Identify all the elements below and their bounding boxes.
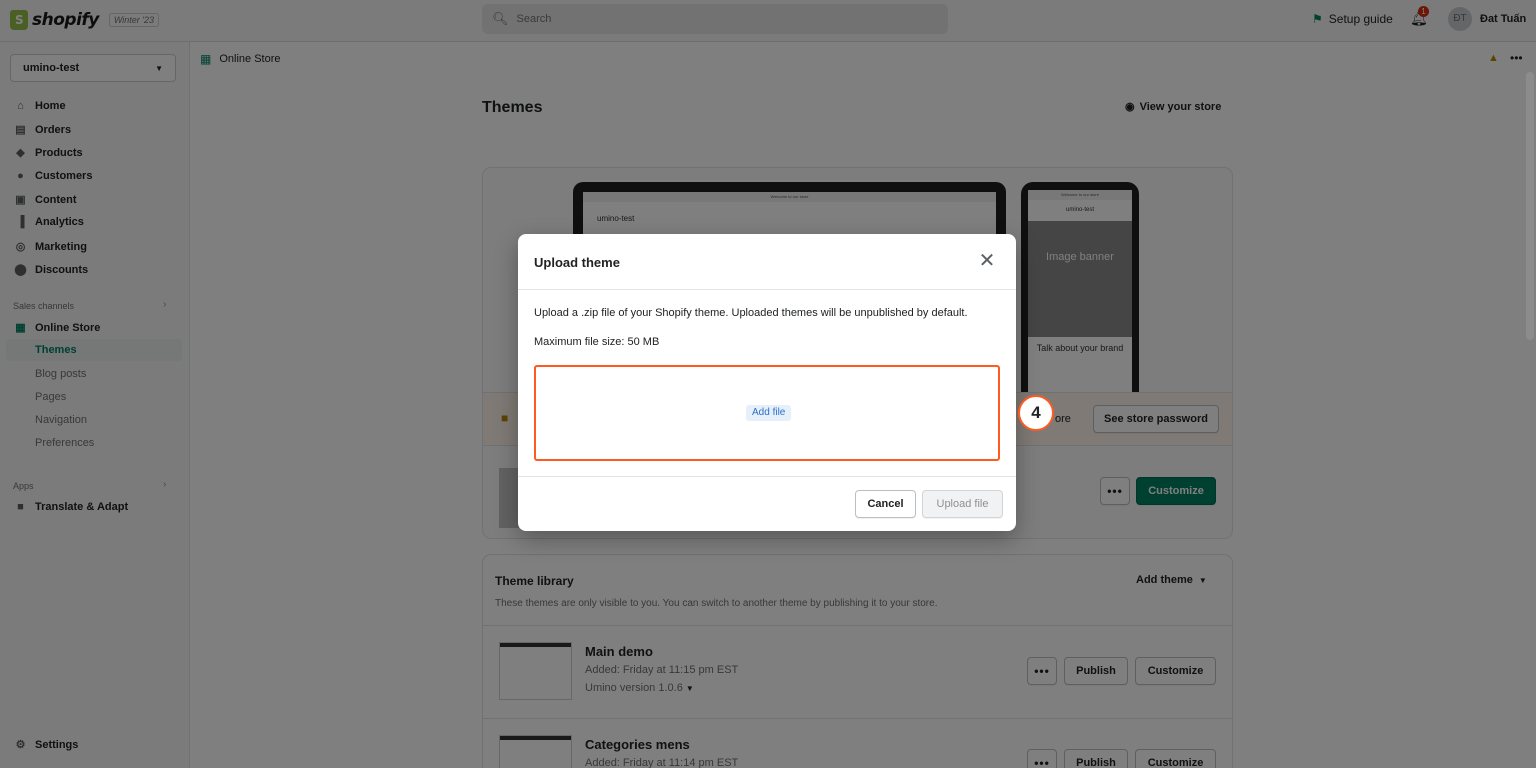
modal-title: Upload theme <box>534 255 620 270</box>
upload-file-button[interactable]: Upload file <box>922 490 1003 518</box>
add-file-button[interactable]: Add file <box>746 405 792 421</box>
close-icon[interactable]: ✕ <box>974 248 1000 274</box>
modal-description: Upload a .zip file of your Shopify theme… <box>534 307 968 319</box>
modal-header: Upload theme ✕ <box>518 234 1016 290</box>
file-dropzone[interactable]: Add file <box>534 365 1000 461</box>
modal-footer: Cancel Upload file <box>518 476 1016 531</box>
max-file-size: Maximum file size: 50 MB <box>534 336 660 348</box>
cancel-button[interactable]: Cancel <box>855 490 916 518</box>
scrollbar[interactable] <box>1526 72 1534 340</box>
upload-theme-modal: Upload theme ✕ Upload a .zip file of you… <box>518 234 1016 531</box>
step-number-badge: 4 <box>1018 395 1054 431</box>
